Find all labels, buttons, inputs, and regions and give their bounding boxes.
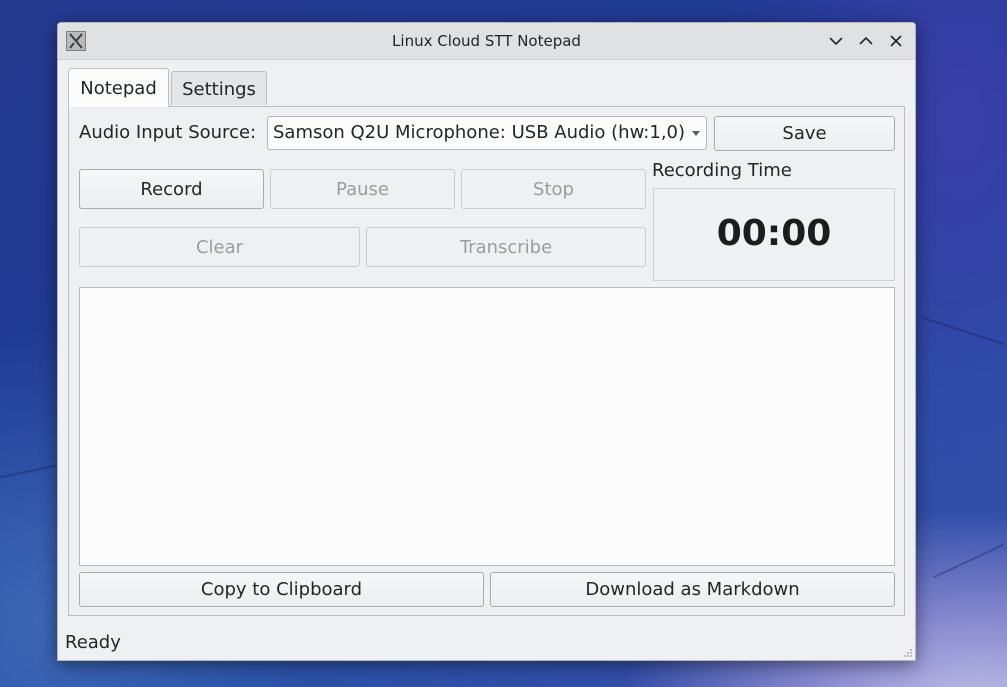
chevron-up-icon[interactable]: [856, 31, 876, 51]
recording-time-label: Recording Time: [652, 160, 792, 181]
copy-to-clipboard-button[interactable]: Copy to Clipboard: [79, 572, 484, 607]
audio-input-label: Audio Input Source:: [79, 122, 257, 143]
audio-input-value: Samson Q2U Microphone: USB Audio (hw:1,0…: [273, 122, 686, 143]
window-title: Linux Cloud STT Notepad: [392, 32, 581, 50]
status-bar-text: Ready: [65, 632, 121, 653]
transcribe-button[interactable]: Transcribe: [366, 227, 646, 267]
tab-settings[interactable]: Settings: [171, 71, 267, 105]
download-markdown-button[interactable]: Download as Markdown: [490, 572, 895, 607]
stop-button[interactable]: Stop: [461, 169, 646, 209]
transcript-textarea[interactable]: [79, 287, 895, 566]
resize-grip-icon[interactable]: [903, 648, 913, 658]
record-button[interactable]: Record: [79, 169, 264, 209]
save-button[interactable]: Save: [714, 116, 895, 151]
desktop-decoration: [921, 316, 1006, 346]
tab-notepad[interactable]: Notepad: [68, 68, 169, 107]
clear-button[interactable]: Clear: [79, 227, 360, 267]
chevron-down-icon[interactable]: [826, 31, 846, 51]
pause-button[interactable]: Pause: [270, 169, 455, 209]
recording-timer: 00:00: [653, 188, 895, 281]
dropdown-arrow-icon: [692, 131, 700, 136]
desktop-decoration: [933, 543, 1004, 579]
audio-input-select[interactable]: Samson Q2U Microphone: USB Audio (hw:1,0…: [267, 116, 707, 150]
app-window: Linux Cloud STT Notepad Notepad Settings…: [57, 22, 916, 661]
title-bar[interactable]: Linux Cloud STT Notepad: [58, 23, 915, 60]
close-icon[interactable]: [886, 31, 906, 51]
desktop-decoration: [0, 463, 60, 479]
